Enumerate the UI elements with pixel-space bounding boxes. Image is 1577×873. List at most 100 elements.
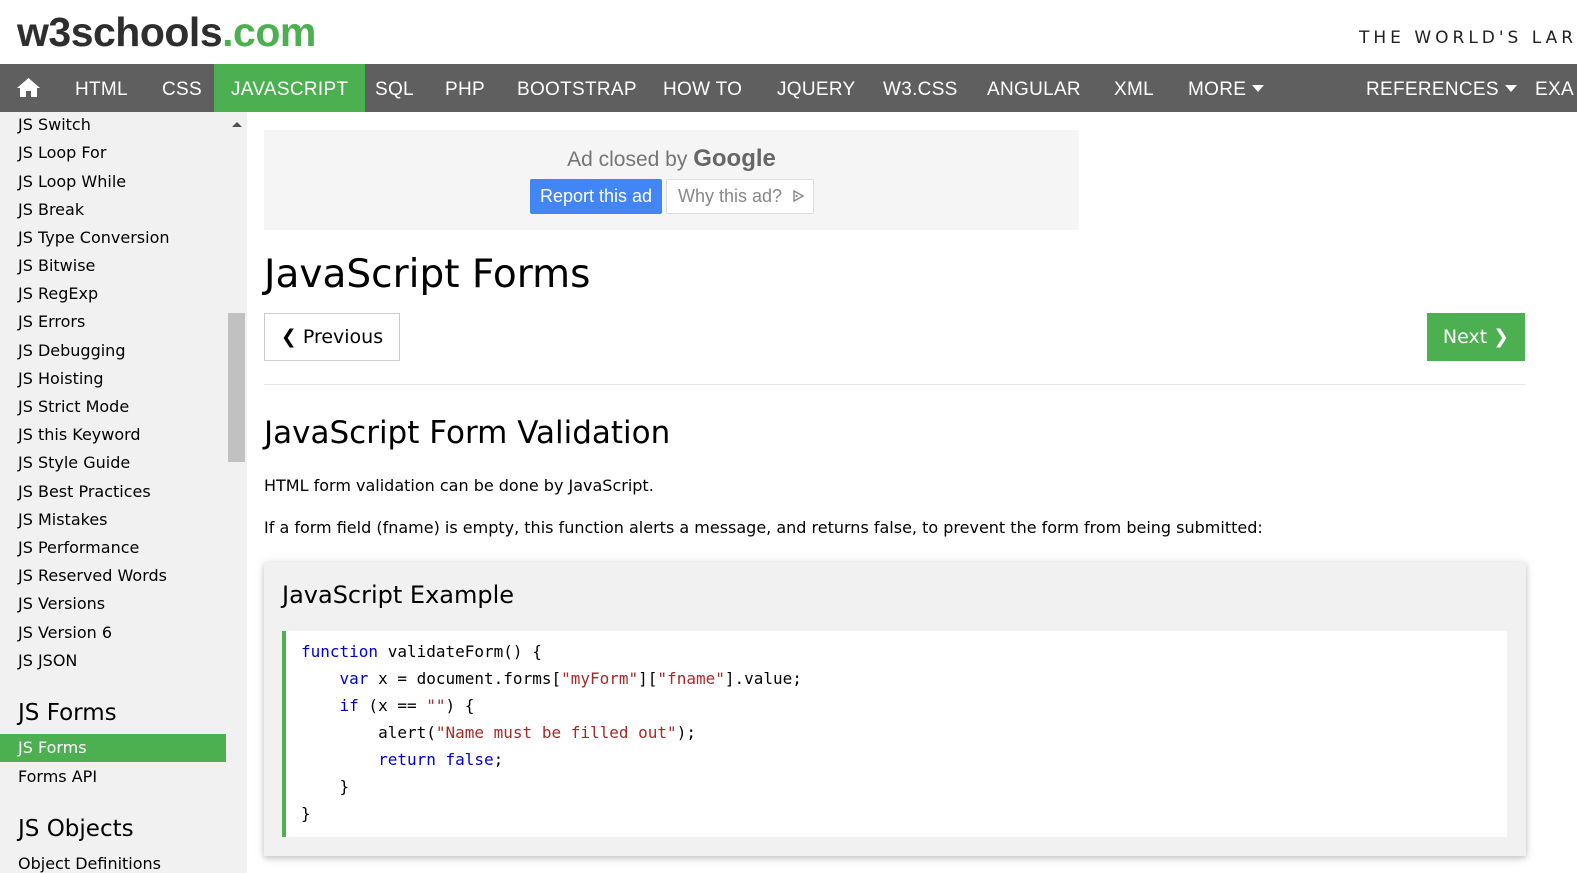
- code-line: if (x == "") {: [301, 695, 475, 717]
- code-keyword: false: [445, 750, 494, 769]
- code-text: ;: [493, 750, 504, 769]
- sidebar-item[interactable]: JS Loop For: [18, 142, 106, 164]
- sidebar-item[interactable]: JS this Keyword: [18, 424, 141, 446]
- code-text: (x ==: [358, 696, 427, 715]
- nav-bootstrap[interactable]: BOOTSTRAP: [517, 64, 637, 112]
- code-text: }: [339, 777, 350, 796]
- sidebar: JS Switch JS Loop For JS Loop While JS B…: [0, 112, 247, 873]
- why-this-ad-label: Why this ad?: [678, 186, 783, 206]
- nav-howto[interactable]: HOW TO: [663, 64, 742, 112]
- nav-sql[interactable]: SQL: [375, 64, 414, 112]
- page-title: JavaScript Forms: [264, 252, 591, 297]
- code-string: "myForm": [561, 669, 639, 688]
- description-paragraph: If a form field (fname) is empty, this f…: [264, 518, 1263, 537]
- code-keyword: function: [301, 642, 379, 661]
- sidebar-item-js-forms-active[interactable]: JS Forms: [0, 734, 226, 762]
- nav-more-label: MORE: [1188, 79, 1247, 100]
- nav-references[interactable]: REFERENCES: [1366, 64, 1517, 112]
- sidebar-scrollbar-thumb[interactable]: [228, 313, 245, 462]
- sidebar-item[interactable]: JS Debugging: [18, 340, 125, 362]
- sidebar-heading-objects: JS Objects: [18, 816, 134, 842]
- code-line: }: [301, 803, 311, 825]
- code-text: ].value;: [724, 669, 802, 688]
- home-icon[interactable]: [16, 77, 41, 98]
- sidebar-item[interactable]: JS Versions: [18, 593, 105, 615]
- previous-button[interactable]: ❮ Previous: [264, 313, 400, 361]
- code-string: "": [426, 696, 446, 715]
- sidebar-item[interactable]: JS Bitwise: [18, 255, 95, 277]
- sidebar-item[interactable]: JS Loop While: [18, 171, 126, 193]
- example-box: JavaScript Example function validateForm…: [264, 562, 1526, 856]
- nav-xml[interactable]: XML: [1114, 64, 1154, 112]
- caret-down-icon: [1252, 85, 1265, 92]
- nav-w3css[interactable]: W3.CSS: [883, 64, 958, 112]
- ad-closed-box: Ad closed by Google Report this ad Why t…: [264, 130, 1079, 230]
- ad-closed-text: Ad closed by Google: [264, 145, 1079, 173]
- top-nav: HTML CSS JAVASCRIPT SQL PHP BOOTSTRAP HO…: [0, 64, 1577, 112]
- section-title: JavaScript Form Validation: [264, 415, 671, 451]
- code-line: alert("Name must be filled out");: [301, 722, 696, 744]
- sidebar-item[interactable]: JS Switch: [18, 114, 91, 136]
- sidebar-item-label: JS Forms: [18, 738, 87, 757]
- tagline: THE WORLD'S LARG: [1359, 28, 1577, 48]
- sidebar-item-forms-api[interactable]: Forms API: [18, 766, 97, 788]
- nav-exercises[interactable]: EXA: [1535, 64, 1574, 112]
- sidebar-item[interactable]: JS Type Conversion: [18, 227, 170, 249]
- nav-angular[interactable]: ANGULAR: [987, 64, 1081, 112]
- code-keyword: var: [339, 669, 369, 688]
- why-this-ad-button[interactable]: Why this ad?: [666, 179, 814, 214]
- code-text: );: [676, 723, 696, 742]
- nav-references-label: REFERENCES: [1366, 79, 1499, 100]
- code-text: validateForm() {: [378, 642, 542, 661]
- example-title: JavaScript Example: [282, 581, 515, 609]
- sidebar-item[interactable]: JS Best Practices: [18, 481, 151, 503]
- nav-php[interactable]: PHP: [445, 64, 485, 112]
- site-header: w3schools.com THE WORLD'S LARG: [0, 0, 1577, 64]
- sidebar-item[interactable]: JS RegExp: [18, 283, 98, 305]
- nav-html[interactable]: HTML: [75, 64, 128, 112]
- sidebar-item[interactable]: JS Style Guide: [18, 452, 130, 474]
- code-string: "Name must be filled out": [435, 723, 677, 742]
- ad-closed-prefix: Ad closed by: [567, 148, 688, 171]
- sidebar-item[interactable]: JS Hoisting: [18, 368, 104, 390]
- sidebar-item[interactable]: JS Strict Mode: [18, 396, 129, 418]
- code-keyword: if: [339, 696, 359, 715]
- sidebar-item-object-definitions[interactable]: Object Definitions: [18, 853, 161, 873]
- nav-css[interactable]: CSS: [162, 64, 202, 112]
- sidebar-item[interactable]: JS Errors: [18, 311, 85, 333]
- report-ad-button[interactable]: Report this ad: [530, 179, 662, 214]
- caret-down-icon: [1504, 85, 1517, 92]
- code-block: function validateForm() { var x = docume…: [282, 631, 1507, 837]
- sidebar-item[interactable]: JS Reserved Words: [18, 565, 167, 587]
- code-text: ][: [638, 669, 658, 688]
- code-line: var x = document.forms["myForm"]["fname"…: [301, 668, 802, 690]
- code-string: "fname": [657, 669, 725, 688]
- code-text: alert(: [378, 723, 436, 742]
- next-button[interactable]: Next ❯: [1427, 313, 1525, 361]
- sidebar-item[interactable]: JS JSON: [18, 650, 77, 672]
- sidebar-item[interactable]: JS Mistakes: [18, 509, 108, 531]
- nav-jquery[interactable]: JQUERY: [777, 64, 856, 112]
- code-line: function validateForm() {: [301, 641, 542, 663]
- adchoices-icon: [793, 189, 805, 203]
- nav-more[interactable]: MORE: [1188, 64, 1265, 112]
- code-text: x = document.forms[: [368, 669, 562, 688]
- divider: [264, 384, 1525, 385]
- sidebar-heading-forms: JS Forms: [18, 700, 117, 726]
- code-text: ) {: [445, 696, 475, 715]
- w3schools-logo[interactable]: w3schools.com: [17, 8, 316, 56]
- sidebar-item[interactable]: JS Performance: [18, 537, 139, 559]
- sidebar-item[interactable]: JS Version 6: [18, 622, 112, 644]
- sidebar-item[interactable]: JS Break: [18, 199, 84, 221]
- nav-javascript[interactable]: JAVASCRIPT: [214, 64, 366, 112]
- sidebar-scrollbar-track[interactable]: [228, 112, 245, 873]
- logo-tld: .com: [222, 9, 316, 55]
- code-line: return false;: [301, 749, 503, 771]
- google-logo-text: Google: [693, 145, 776, 172]
- intro-paragraph: HTML form validation can be done by Java…: [264, 476, 654, 495]
- scroll-up-arrow-icon[interactable]: [232, 122, 242, 127]
- code-line: }: [301, 776, 350, 798]
- logo-text: w3schools: [17, 9, 223, 55]
- code-keyword: return: [378, 750, 436, 769]
